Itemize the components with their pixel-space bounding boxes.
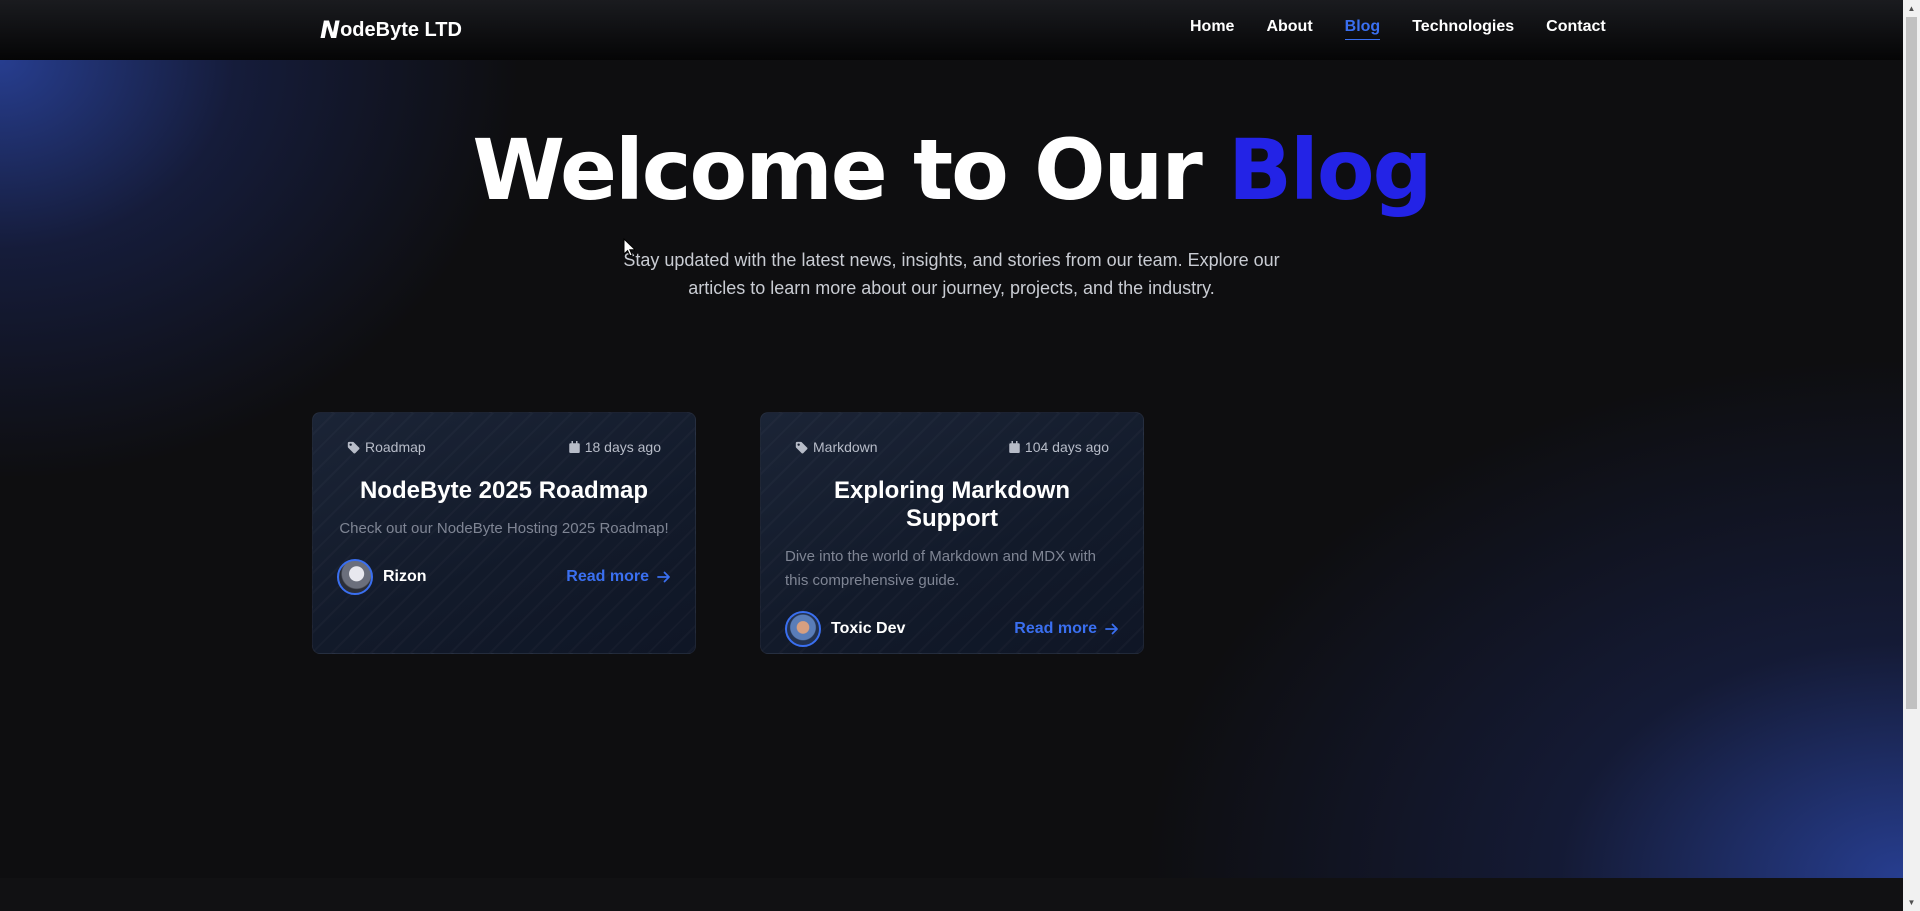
page-subtitle: Stay updated with the latest news, insig… (623, 250, 1280, 298)
blog-post-card[interactable]: Roadmap 18 days ago NodeByte 2025 Roadma… (312, 412, 696, 654)
vertical-scrollbar[interactable]: ▲ ▼ (1903, 0, 1920, 911)
blog-post-card[interactable]: Markdown 104 days ago Exploring Markdown… (760, 412, 1144, 654)
scroll-down-icon[interactable]: ▼ (1903, 894, 1920, 911)
post-tag-label: Markdown (813, 439, 878, 455)
tag-icon (347, 441, 360, 454)
post-footer: Toxic Dev Read more (785, 611, 1119, 647)
author-name: Toxic Dev (831, 620, 906, 637)
avatar (785, 611, 821, 647)
nav-link-blog[interactable]: Blog (1344, 18, 1381, 40)
hero-section: Welcome to Our Blog Stay updated with th… (0, 120, 1903, 302)
read-more-label: Read more (566, 568, 649, 585)
read-more-link[interactable]: Read more (1014, 620, 1119, 638)
scroll-up-icon[interactable]: ▲ (1903, 0, 1920, 17)
post-title[interactable]: NodeByte 2025 Roadmap (337, 477, 671, 505)
scrollbar-thumb[interactable] (1906, 17, 1917, 709)
navbar: N odeByte LTD Home About Blog Technologi… (0, 0, 1903, 60)
read-more-link[interactable]: Read more (566, 568, 671, 586)
post-footer: Rizon Read more (337, 559, 671, 595)
post-description: Dive into the world of Markdown and MDX … (785, 548, 1096, 589)
post-tag: Markdown (795, 439, 878, 455)
post-date-label: 104 days ago (1024, 439, 1109, 455)
mouse-cursor-icon (623, 237, 637, 262)
arrow-right-icon (657, 571, 671, 583)
blog-post-list: Roadmap 18 days ago NodeByte 2025 Roadma… (312, 412, 1144, 654)
nav-link-technologies[interactable]: Technologies (1412, 18, 1514, 40)
nav-link-home[interactable]: Home (1190, 18, 1234, 40)
nav-link-contact[interactable]: Contact (1546, 18, 1606, 40)
nav-link-about[interactable]: About (1266, 18, 1312, 40)
post-date: 104 days ago (1009, 439, 1109, 455)
author-name: Rizon (383, 568, 427, 585)
brand-logo[interactable]: N odeByte LTD (320, 16, 462, 44)
post-description: Check out our NodeByte Hosting 2025 Road… (339, 520, 669, 537)
calendar-icon (1009, 441, 1020, 453)
nav-links: Home About Blog Technologies Contact (1190, 18, 1606, 40)
page-title: Welcome to Our Blog (0, 120, 1903, 220)
post-meta: Markdown 104 days ago (785, 439, 1119, 455)
read-more-label: Read more (1014, 620, 1097, 637)
calendar-icon (568, 441, 580, 453)
post-meta: Roadmap 18 days ago (337, 439, 671, 455)
arrow-right-icon (1105, 623, 1119, 635)
post-title[interactable]: Exploring Markdown Support (785, 477, 1119, 533)
avatar (337, 559, 373, 595)
post-tag: Roadmap (347, 439, 426, 455)
page-title-main: Welcome to Our (472, 121, 1228, 219)
page-title-accent: Blog (1228, 121, 1433, 219)
post-date: 18 days ago (568, 439, 661, 455)
post-author: Rizon (337, 559, 427, 595)
brand-name: odeByte LTD (340, 18, 462, 41)
logo-mark: N (320, 16, 340, 44)
page-footer-strip (0, 878, 1903, 911)
post-date-label: 18 days ago (584, 439, 661, 455)
post-tag-label: Roadmap (365, 439, 426, 455)
post-author: Toxic Dev (785, 611, 905, 647)
tag-icon (795, 441, 808, 454)
